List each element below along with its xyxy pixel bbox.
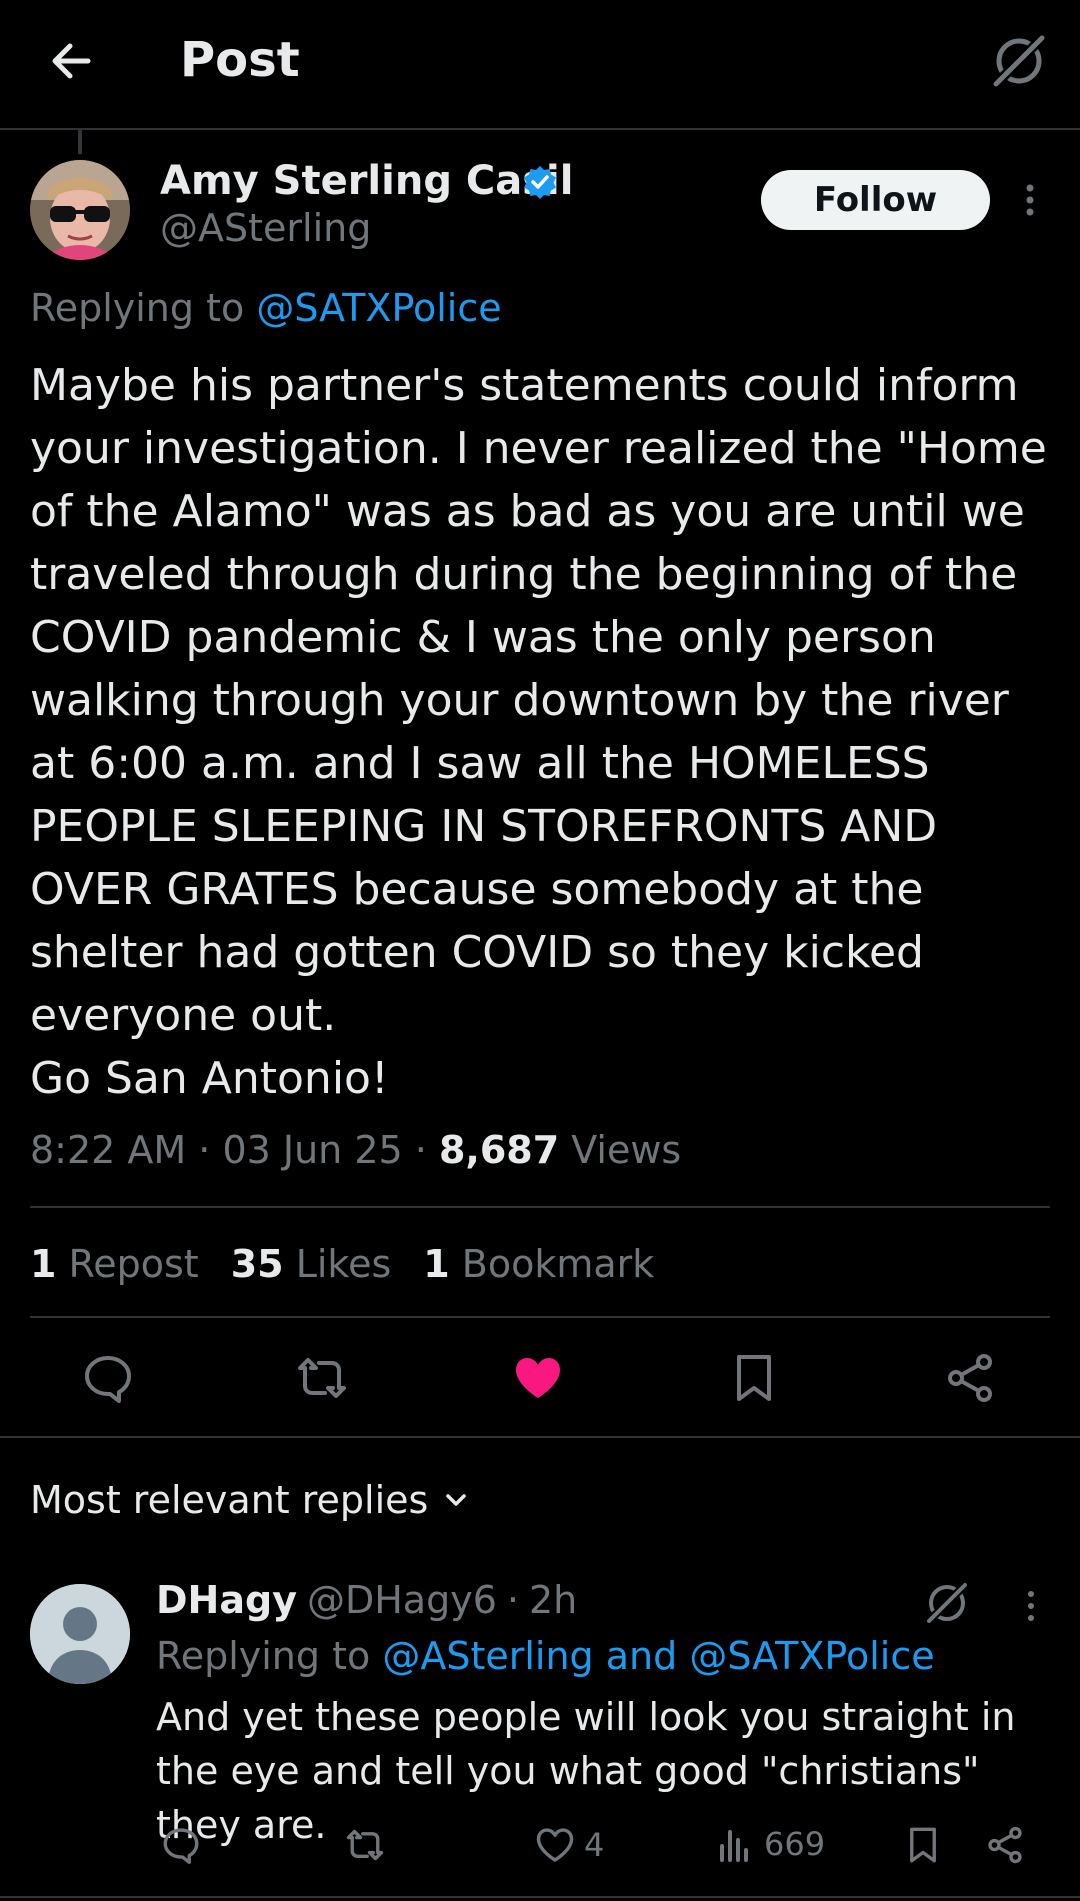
reply-header: DHagy @DHagy6 · 2h [156, 1578, 577, 1622]
more-icon[interactable] [1024, 1588, 1038, 1624]
repost-icon[interactable] [294, 1350, 350, 1406]
reply-action-bookmark[interactable] [902, 1824, 944, 1866]
grok-icon[interactable] [988, 30, 1050, 92]
repost-icon [344, 1824, 386, 1866]
replying-to: Replying to @SATXPolice [30, 286, 502, 330]
post-meta: 8:22 AM · 03 Jun 25 · 8,687 Views [30, 1128, 682, 1172]
verified-badge-icon [522, 164, 558, 200]
replying-prefix: Replying to [30, 286, 245, 330]
bookmarks-stat[interactable]: 1 Bookmark [423, 1242, 654, 1286]
share-icon[interactable] [942, 1350, 998, 1406]
bookmark-icon[interactable] [726, 1350, 782, 1406]
top-bar [0, 0, 1080, 130]
replies-sort-label: Most relevant replies [30, 1478, 429, 1522]
bookmarks-count: 1 [423, 1242, 450, 1286]
avatar[interactable] [30, 160, 130, 260]
grok-icon[interactable] [922, 1578, 972, 1628]
reposts-stat[interactable]: 1 Repost [30, 1242, 199, 1286]
reposts-count: 1 [30, 1242, 57, 1286]
reply-age: 2h [528, 1578, 578, 1622]
author-handle[interactable]: @ASterling [160, 206, 371, 250]
reply-action-like[interactable]: 4 [534, 1824, 604, 1866]
separator-dot: · [506, 1578, 519, 1622]
share-icon [984, 1824, 1026, 1866]
bookmarks-label: Bookmark [461, 1242, 655, 1286]
back-arrow-icon[interactable] [44, 34, 98, 88]
reply-replying-prefix: Replying to [156, 1634, 371, 1678]
reply-action-reply[interactable] [160, 1824, 202, 1866]
replies-sort-dropdown[interactable]: Most relevant replies [30, 1478, 470, 1522]
likes-label: Likes [295, 1242, 392, 1286]
reply-replying-to-link[interactable]: @ASterling and @SATXPolice [382, 1634, 934, 1678]
reply-avatar[interactable] [30, 1584, 130, 1684]
post-stats: 1 Repost 35 Likes 1 Bookmark [30, 1242, 654, 1286]
heart-icon[interactable] [510, 1350, 566, 1406]
reposts-label: Repost [68, 1242, 199, 1286]
views-icon [716, 1824, 756, 1864]
post-date: 03 Jun 25 [222, 1128, 403, 1172]
reply-action-repost[interactable] [344, 1824, 386, 1866]
likes-stat[interactable]: 35 Likes [231, 1242, 392, 1286]
reply-action-views[interactable]: 669 [716, 1824, 825, 1864]
reply-like-count: 4 [584, 1826, 605, 1864]
post-time: 8:22 AM [30, 1128, 187, 1172]
author-name[interactable]: Amy Sterling Casil [160, 158, 573, 204]
reply-icon[interactable] [80, 1350, 136, 1406]
page-title: Post [180, 32, 300, 88]
heart-icon [534, 1824, 576, 1866]
replying-to-link[interactable]: @SATXPolice [256, 286, 501, 330]
chevron-down-icon [442, 1486, 470, 1514]
divider [0, 1896, 1080, 1898]
more-icon[interactable] [1018, 180, 1042, 220]
divider [30, 1316, 1050, 1318]
reply-icon [160, 1824, 202, 1866]
bookmark-icon [902, 1824, 944, 1866]
views-label: Views [571, 1128, 682, 1172]
post-text: Maybe his partner's statements could inf… [30, 360, 1047, 1104]
likes-count: 35 [230, 1242, 284, 1286]
thread-line [78, 130, 82, 154]
follow-button[interactable]: Follow [761, 170, 990, 230]
reply-author-name[interactable]: DHagy [156, 1578, 297, 1622]
divider [30, 1206, 1050, 1208]
reply-replying-to: Replying to @ASterling and @SATXPolice [156, 1634, 935, 1678]
reply-action-share[interactable] [984, 1824, 1026, 1866]
views-count: 8,687 [438, 1128, 560, 1172]
reply-author-handle[interactable]: @DHagy6 [307, 1578, 497, 1622]
reply-views-count: 669 [764, 1825, 826, 1863]
section-divider [0, 1436, 1080, 1438]
